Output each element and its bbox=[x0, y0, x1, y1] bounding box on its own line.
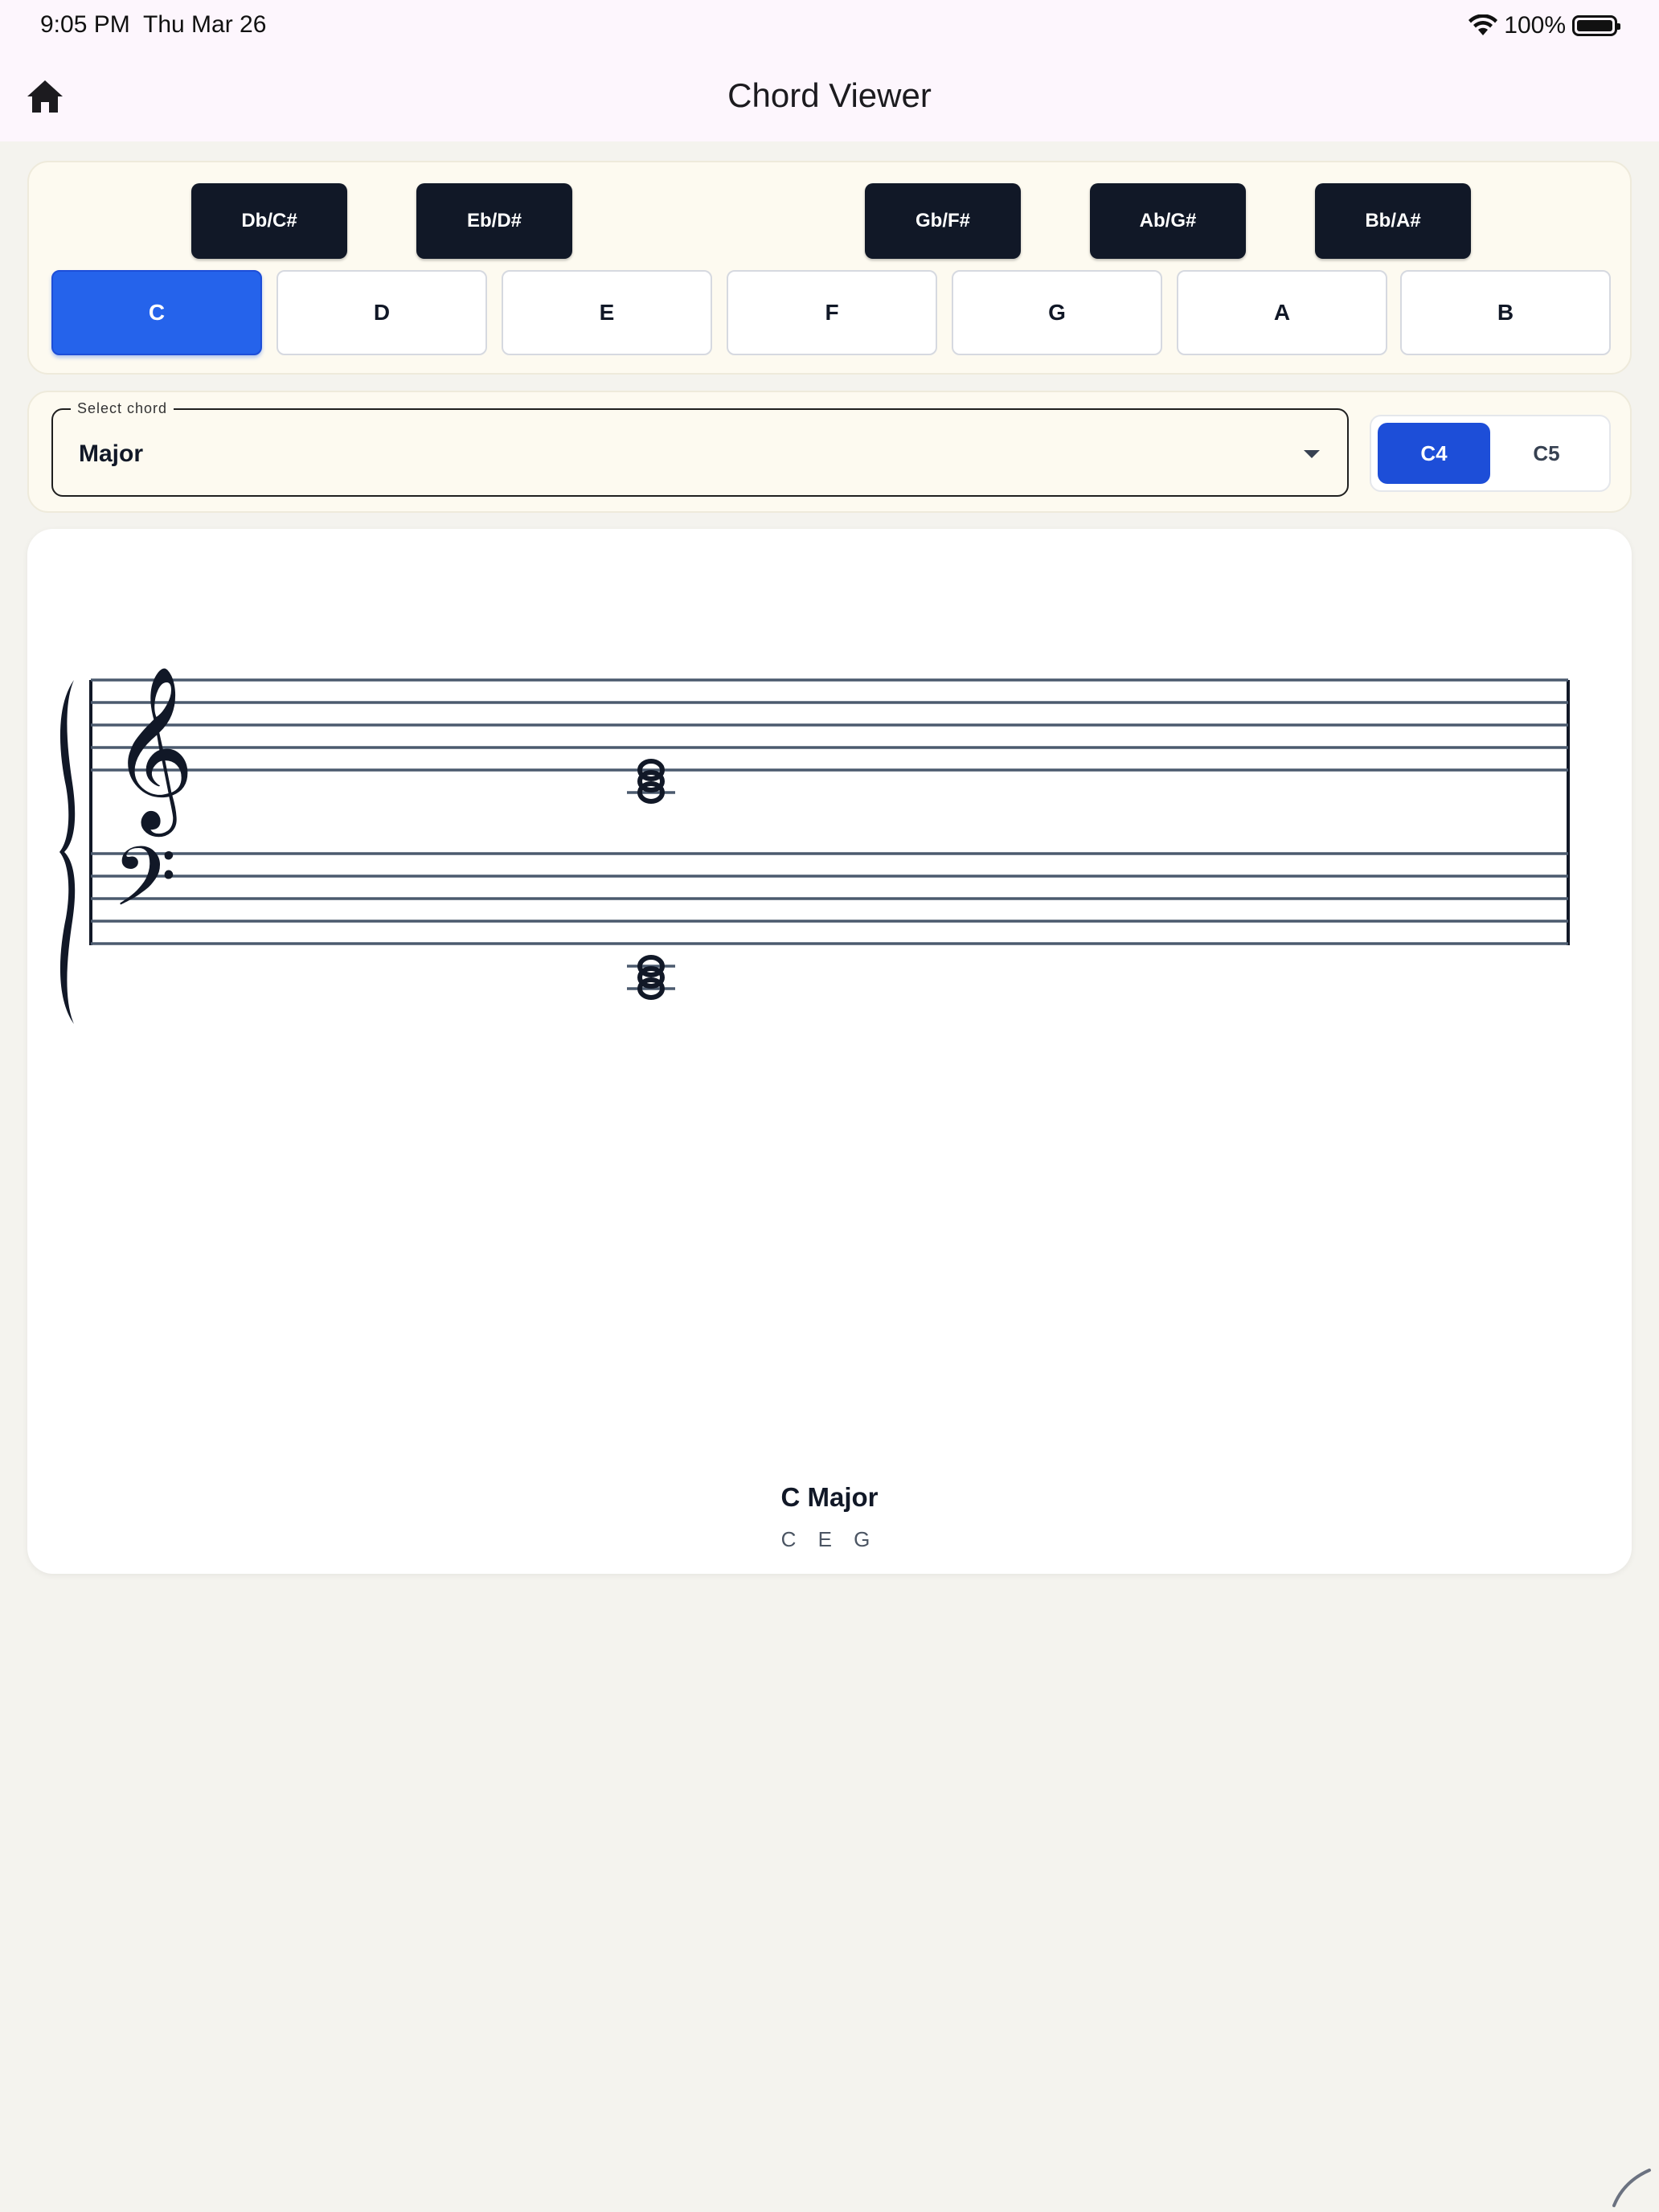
key-e[interactable]: E bbox=[502, 270, 712, 355]
treble-staff bbox=[91, 678, 1568, 772]
octave-c5-button[interactable]: C5 bbox=[1490, 423, 1603, 484]
octave-toggle: C4 C5 bbox=[1370, 415, 1611, 492]
key-gb-fsharp[interactable]: Gb/F# bbox=[865, 183, 1021, 259]
chord-select-label: Select chord bbox=[71, 400, 174, 417]
brace bbox=[59, 680, 76, 1024]
key-c[interactable]: C bbox=[51, 270, 262, 355]
resize-handle-icon[interactable] bbox=[1609, 2165, 1653, 2209]
piano-key-selector: Db/C# Eb/D# Gb/F# Ab/G# Bb/A# C D E F G … bbox=[27, 161, 1632, 375]
notation-card: 𝄞 𝄢 C Major C E G bbox=[27, 529, 1632, 1574]
key-g[interactable]: G bbox=[952, 270, 1162, 355]
octave-c4-button[interactable]: C4 bbox=[1378, 423, 1490, 484]
chord-name: C Major bbox=[780, 1482, 879, 1512]
chord-notes: C E G bbox=[780, 1527, 879, 1551]
top-bar: 9:05 PM Thu Mar 26 100% Chord Viewer bbox=[0, 0, 1659, 141]
chord-select[interactable]: Select chord Major bbox=[51, 400, 1349, 497]
bass-staff bbox=[91, 852, 1568, 945]
key-a[interactable]: A bbox=[1177, 270, 1387, 355]
treble-chord bbox=[627, 759, 675, 804]
dropdown-arrow-icon bbox=[1304, 450, 1320, 458]
status-indicators: 100% bbox=[1469, 11, 1620, 40]
key-f[interactable]: F bbox=[727, 270, 937, 355]
treble-clef-icon: 𝄞 bbox=[111, 665, 195, 837]
status-date: Thu Mar 26 bbox=[143, 11, 267, 38]
key-d[interactable]: D bbox=[276, 270, 487, 355]
key-bb-asharp[interactable]: Bb/A# bbox=[1315, 183, 1471, 259]
page-title: Chord Viewer bbox=[727, 76, 932, 114]
grand-staff: 𝄞 𝄢 bbox=[59, 665, 1570, 1024]
status-time: 9:05 PM bbox=[40, 11, 130, 38]
battery-percent: 100% bbox=[1504, 12, 1566, 39]
wifi-icon bbox=[1469, 14, 1498, 35]
chord-select-value: Major bbox=[79, 440, 144, 467]
bass-chord bbox=[627, 955, 675, 1000]
key-ab-gsharp[interactable]: Ab/G# bbox=[1090, 183, 1246, 259]
bass-clef-icon: 𝄢 bbox=[113, 830, 177, 945]
key-b[interactable]: B bbox=[1400, 270, 1611, 355]
battery-icon bbox=[1572, 15, 1620, 36]
chord-settings: Select chord Major C4 C5 bbox=[27, 391, 1632, 513]
key-eb-dsharp[interactable]: Eb/D# bbox=[416, 183, 572, 259]
key-db-csharp[interactable]: Db/C# bbox=[191, 183, 347, 259]
